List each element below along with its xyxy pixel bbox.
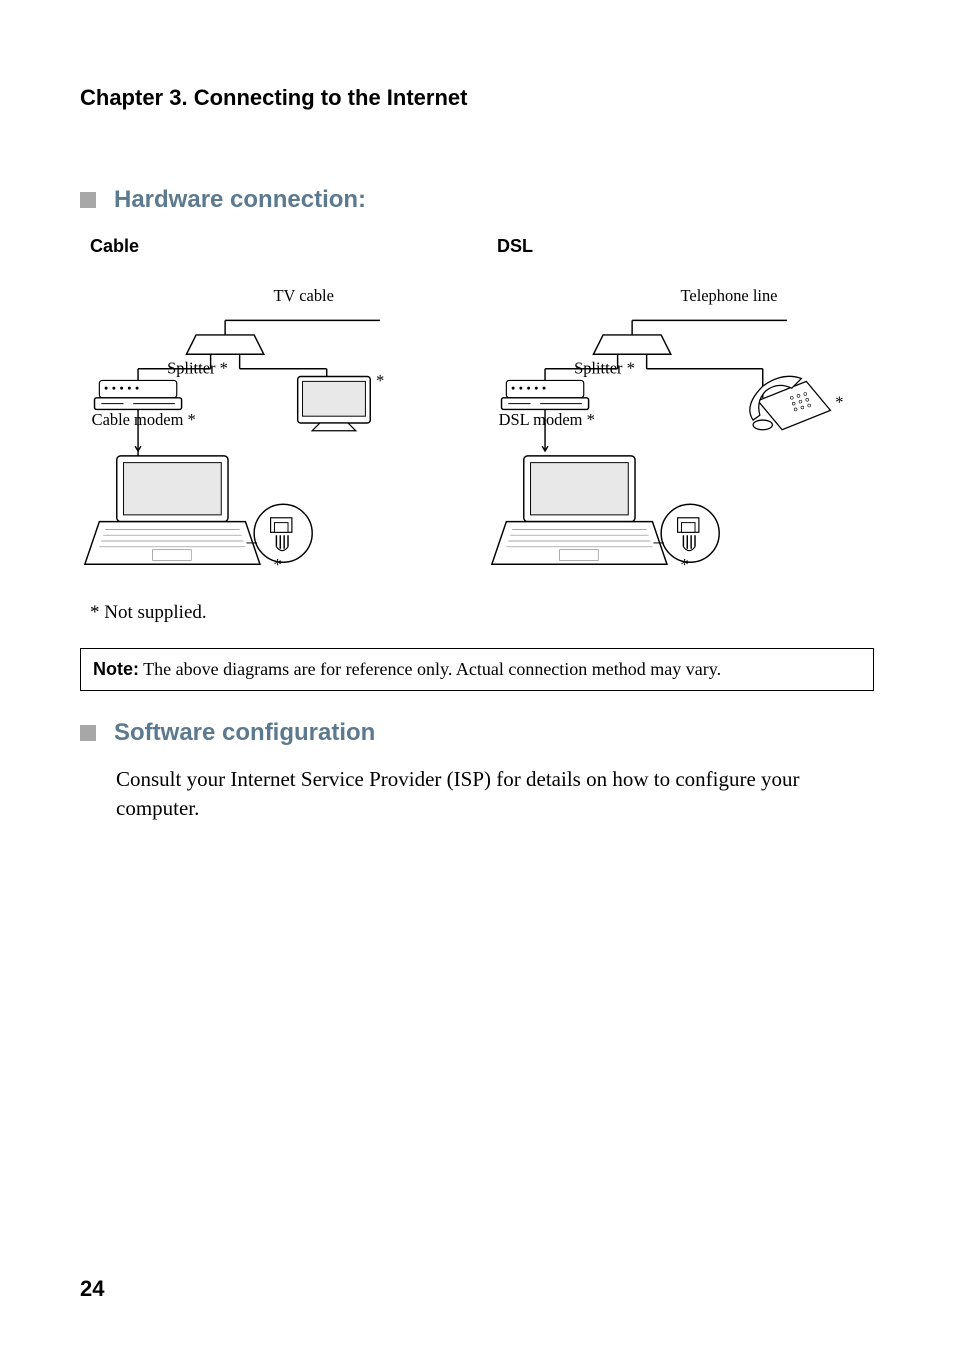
tv-cable-label: TV cable [274, 286, 334, 305]
note-text: The above diagrams are for reference onl… [139, 659, 721, 679]
dsl-diagram-svg: Telephone line Splitter * DSL modem * * … [487, 257, 874, 587]
diagrams-row: Cable [80, 236, 874, 592]
cable-splitter-label: Splitter * [167, 359, 228, 378]
phone-asterisk: * [835, 392, 843, 411]
dsl-port-asterisk: * [681, 555, 689, 574]
tv-asterisk: * [376, 371, 384, 390]
section-hardware: Hardware connection: [80, 186, 874, 214]
note-label: Note: [93, 659, 139, 679]
chapter-title: Chapter 3. Connecting to the Internet [80, 85, 874, 111]
dsl-title: DSL [497, 236, 874, 257]
software-heading: Software configuration [114, 719, 375, 747]
software-body: Consult your Internet Service Provider (… [116, 765, 874, 824]
telephone-icon [750, 376, 831, 429]
cable-diagram-svg: TV cable Splitter * Cable modem * * * [80, 257, 467, 587]
page-number: 24 [80, 1276, 104, 1302]
square-bullet-icon [80, 725, 96, 741]
cable-title: Cable [90, 236, 467, 257]
note-box: Note: The above diagrams are for referen… [80, 648, 874, 691]
cable-modem-label: Cable modem * [92, 410, 196, 429]
telephone-line-label: Telephone line [681, 286, 778, 305]
dsl-splitter-label: Splitter * [574, 359, 635, 378]
cable-diagram: Cable [80, 236, 467, 592]
footnote: * Not supplied. [90, 602, 874, 624]
dsl-modem-label: DSL modem * [499, 410, 595, 429]
dsl-diagram: DSL [487, 236, 874, 592]
square-bullet-icon [80, 192, 96, 208]
section-software: Software configuration [80, 719, 874, 747]
hardware-heading: Hardware connection: [114, 186, 366, 214]
cable-port-asterisk: * [274, 555, 282, 574]
